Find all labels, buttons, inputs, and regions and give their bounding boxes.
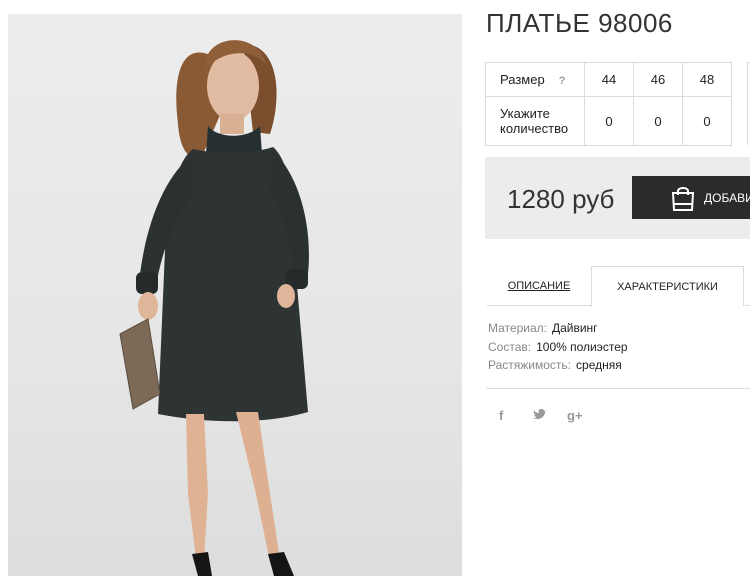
spec-row: Растяжимость: средняя bbox=[488, 358, 628, 377]
add-to-cart-label: ДОБАВИ bbox=[704, 191, 750, 205]
spec-value: 100% полиэстер bbox=[536, 339, 628, 354]
size-label: Размер bbox=[500, 72, 545, 87]
spec-row: Состав: 100% полиэстер bbox=[488, 340, 628, 359]
quantity-44[interactable]: 0 bbox=[584, 96, 634, 146]
product-title: ПЛАТЬЕ 98006 bbox=[486, 8, 673, 38]
divider bbox=[486, 388, 750, 389]
size-44[interactable]: 44 bbox=[584, 62, 634, 97]
twitter-icon[interactable] bbox=[533, 408, 567, 423]
spec-value: средняя bbox=[576, 358, 622, 372]
shopping-bag-icon bbox=[670, 184, 696, 215]
tab-characteristics[interactable]: Характеристики bbox=[591, 266, 744, 307]
spec-row: Материал: Дайвинг bbox=[488, 321, 628, 340]
size-46[interactable]: 46 bbox=[633, 62, 683, 97]
add-to-cart-button[interactable]: ДОБАВИ bbox=[632, 176, 750, 219]
quantity-48[interactable]: 0 bbox=[682, 96, 732, 146]
spec-key: Материал: bbox=[488, 321, 547, 335]
size-48[interactable]: 48 bbox=[682, 62, 732, 97]
quantity-row-label: Укажите количество bbox=[485, 96, 585, 146]
dress-illustration bbox=[119, 40, 309, 576]
facebook-icon[interactable]: f bbox=[499, 408, 533, 423]
product-photo[interactable] bbox=[8, 14, 462, 576]
size-table: Размер? 44 46 48 Укажите количество 0 0 … bbox=[485, 62, 732, 146]
quantity-46[interactable]: 0 bbox=[633, 96, 683, 146]
size-help-icon[interactable]: ? bbox=[559, 75, 566, 87]
spec-value: Дайвинг bbox=[551, 321, 598, 335]
price: 1280 руб bbox=[507, 184, 615, 214]
google-plus-icon[interactable]: g+ bbox=[567, 408, 601, 423]
spec-key: Состав: bbox=[488, 339, 532, 354]
buy-box: 1280 руб ДОБАВИ bbox=[485, 157, 750, 239]
social-share: f g+ bbox=[499, 408, 601, 423]
size-row-label: Размер? bbox=[485, 62, 585, 97]
product-tabs: Описание Характеристики bbox=[487, 266, 750, 307]
characteristics-list: Материал: Дайвинг Состав: 100% полиэстер Р… bbox=[488, 321, 628, 377]
tab-description[interactable]: Описание bbox=[487, 266, 591, 305]
spec-key: Растяжимость: bbox=[488, 358, 572, 372]
